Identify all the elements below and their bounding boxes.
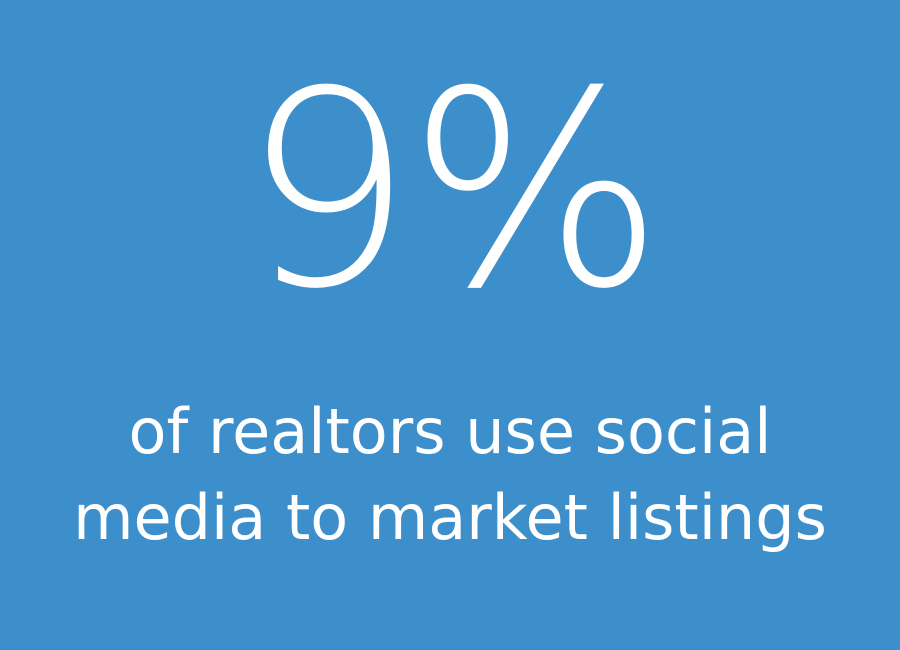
caption-line-2: media to market listings xyxy=(73,481,827,554)
stat-card: 9% of realtors use social media to marke… xyxy=(0,0,900,650)
stat-caption: of realtors use social media to market l… xyxy=(0,389,900,561)
caption-line-1: of realtors use social xyxy=(128,395,772,468)
stat-value: 9% xyxy=(241,33,664,348)
